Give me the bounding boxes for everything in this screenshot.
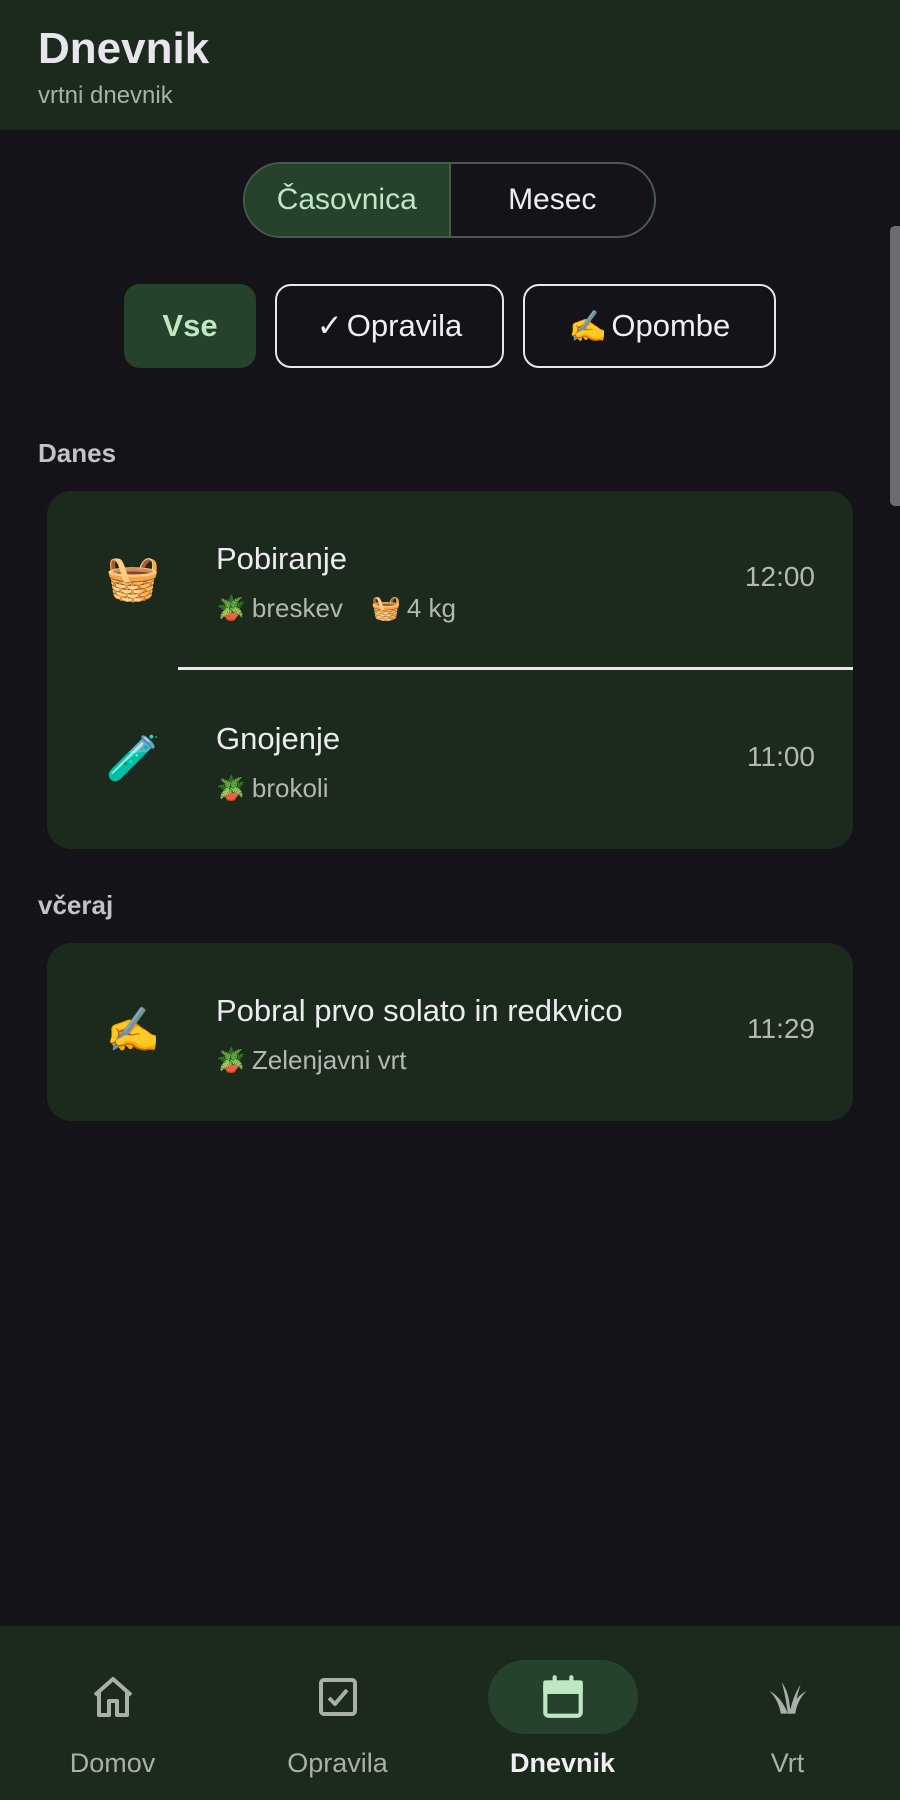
yesterday-entries-card: ✍️ Pobral prvo solato in redkvico 🪴 Zele… [47, 943, 853, 1121]
filter-notes-label: Opombe [611, 308, 731, 343]
page-subtitle: vrtni dnevnik [38, 82, 173, 109]
checkmark-icon: ✓ [316, 308, 343, 343]
scrollbar[interactable] [890, 226, 900, 506]
entry-plant: brokoli [251, 773, 329, 803]
nav-item-tasks[interactable]: Opravila [225, 1626, 450, 1800]
nav-pill [713, 1660, 863, 1734]
entry-plant: Zelenjavni vrt [251, 1045, 407, 1075]
section-label-today: Danes [38, 438, 117, 468]
plant-icon: 🪴 [216, 775, 246, 802]
entry-time: 12:00 [744, 561, 815, 592]
checkbox-icon [318, 1678, 357, 1716]
view-toggle: Časovnica Mesec [243, 162, 656, 238]
sprout-icon [768, 1682, 807, 1714]
entry-divider [178, 667, 853, 670]
entry-meta: 🪴 brokoli [216, 773, 328, 804]
filter-all-label: Vse [162, 308, 218, 343]
entry-time: 11:29 [747, 1013, 815, 1044]
writing-hand-icon: ✍️ [105, 1005, 161, 1056]
section-label-yesterday: včeraj [38, 890, 114, 920]
journal-entry-harvest[interactable]: 🧺 Pobiranje 🪴 breskev 🧺 4 kg 12:00 [47, 491, 853, 671]
nav-pill [263, 1660, 413, 1734]
filter-notes-chip[interactable]: ✍️ Opombe [523, 284, 776, 368]
nav-item-garden[interactable]: Vrt [675, 1626, 900, 1800]
filter-tasks-chip[interactable]: ✓ Opravila [275, 284, 504, 368]
entry-meta: 🪴 breskev 🧺 4 kg [216, 593, 456, 624]
nav-label: Domov [69, 1748, 156, 1778]
nav-label: Dnevnik [509, 1748, 616, 1778]
plant-icon: 🪴 [216, 595, 246, 622]
app-header: Dnevnik vrtni dnevnik [0, 0, 900, 130]
month-tab[interactable]: Mesec [451, 164, 655, 236]
bottom-navigation: Domov Opravila Dnevnik Vrt [0, 1626, 900, 1800]
nav-label: Opravila [287, 1748, 388, 1778]
entry-amount: 4 kg [406, 593, 456, 623]
journal-entry-note[interactable]: ✍️ Pobral prvo solato in redkvico 🪴 Zele… [47, 943, 853, 1121]
nav-pill-active [487, 1660, 638, 1734]
entry-plant: breskev [251, 593, 343, 623]
journal-screen: Dnevnik vrtni dnevnik Časovnica Mesec Vs… [0, 0, 900, 1800]
home-icon [93, 1677, 132, 1717]
entry-title: Pobiranje [216, 541, 347, 576]
page-title: Dnevnik [38, 24, 210, 73]
basket-icon: 🧺 [370, 595, 401, 622]
calendar-icon [542, 1675, 583, 1718]
writing-hand-icon: ✍️ [568, 308, 608, 344]
entry-meta: 🪴 Zelenjavni vrt [216, 1045, 407, 1076]
entry-title: Pobral prvo solato in redkvico [216, 993, 623, 1028]
today-entries-card: 🧺 Pobiranje 🪴 breskev 🧺 4 kg 12:00 🧪 Gno… [47, 491, 853, 849]
entry-time: 11:00 [747, 741, 815, 772]
timeline-tab[interactable]: Časovnica [245, 164, 451, 236]
basket-icon: 🧺 [105, 553, 161, 604]
nav-pill [38, 1660, 188, 1734]
nav-item-home[interactable]: Domov [0, 1626, 225, 1800]
nav-item-journal[interactable]: Dnevnik [450, 1626, 675, 1800]
nav-label: Vrt [770, 1748, 805, 1778]
plant-icon: 🪴 [216, 1047, 246, 1074]
filter-tasks-label: Opravila [346, 308, 463, 343]
journal-entry-fertilizing[interactable]: 🧪 Gnojenje 🪴 brokoli 11:00 [47, 671, 853, 849]
filter-all-chip[interactable]: Vse [124, 284, 256, 368]
test-tube-icon: 🧪 [105, 733, 161, 784]
entry-title: Gnojenje [216, 721, 341, 756]
